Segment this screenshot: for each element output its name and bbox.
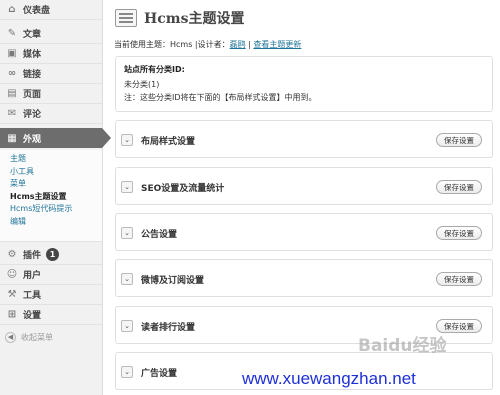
link-icon: ∞ [7, 68, 17, 79]
menu-tools[interactable]: ⚒ 工具 [0, 285, 102, 305]
panel-seo-settings: ⌄ SEO设置及流量统计 保存设置 [115, 167, 493, 205]
menu-media-label: 媒体 [23, 50, 42, 60]
theme-info-text: 当前使用主题：Hcms |设计者： [114, 40, 230, 49]
submenu-widgets[interactable]: 小工具 [0, 166, 102, 179]
theme-update-link[interactable]: 查看主题更新 [253, 40, 301, 49]
baidu-watermark: Baidu经验 [358, 336, 447, 356]
submenu-editor[interactable]: 编辑 [0, 216, 102, 229]
menu-posts[interactable]: ✎ 文章 [0, 24, 102, 44]
page-title: Hcms主题设置 [144, 11, 245, 27]
pin-icon: ✎ [7, 28, 17, 39]
menu-pages-label: 页面 [23, 90, 42, 100]
menu-appearance[interactable]: ▦ 外观 [0, 128, 111, 148]
submenu-hcms-shortcode-tips[interactable]: Hcms短代码提示 [0, 203, 102, 216]
menu-pages[interactable]: ▤ 页面 [0, 84, 102, 104]
admin-sidebar: ⌂ 仪表盘 ✎ 文章 ▣ 媒体 ∞ 链接 ▤ 页面 ✉ 评论 ▦ 外观 主题 小… [0, 0, 111, 395]
menu-users-label: 用户 [23, 271, 42, 281]
menu-media[interactable]: ▣ 媒体 [0, 44, 102, 64]
page-header: Hcms主题设置 [115, 6, 244, 30]
menu-settings-label: 设置 [23, 311, 42, 321]
designer-link[interactable]: 磊鸥 [230, 40, 246, 49]
appearance-icon: ▦ [7, 132, 17, 144]
collapse-menu-label: 收起菜单 [21, 332, 53, 342]
site-url-watermark: www.xuewangzhan.net [242, 369, 416, 388]
category-item: 未分类(1) [124, 80, 160, 89]
theme-settings-icon [115, 9, 137, 27]
media-icon: ▣ [7, 48, 17, 59]
panel-title[interactable]: 广告设置 [141, 366, 177, 379]
save-button[interactable]: 保存设置 [436, 133, 482, 147]
menu-tools-label: 工具 [23, 291, 42, 301]
submenu-hcms-theme-settings[interactable]: Hcms主题设置 [0, 191, 102, 204]
menu-appearance-label: 外观 [23, 134, 42, 145]
panel-announcement-settings: ⌄ 公告设置 保存设置 [115, 213, 493, 251]
panel-toggle-icon[interactable]: ⌄ [121, 134, 133, 146]
menu-posts-label: 文章 [23, 30, 42, 40]
menu-links-label: 链接 [23, 70, 42, 80]
submenu-menus[interactable]: 菜单 [0, 178, 102, 191]
menu-dashboard-label: 仪表盘 [23, 6, 51, 16]
save-button[interactable]: 保存设置 [436, 226, 482, 240]
save-button[interactable]: 保存设置 [436, 180, 482, 194]
category-box-title: 站点所有分类ID: [124, 65, 185, 74]
users-icon: ☺ [6, 269, 18, 280]
category-id-box: 站点所有分类ID: 未分类(1) 注：这些分类ID将在下面的【布局样式设置】中用… [115, 56, 493, 112]
save-button[interactable]: 保存设置 [436, 272, 482, 286]
menu-users[interactable]: ☺ 用户 [0, 265, 102, 285]
panel-title[interactable]: SEO设置及流量统计 [141, 181, 224, 194]
category-note: 注：这些分类ID将在下面的【布局样式设置】中用到。 [124, 93, 317, 102]
submenu-themes[interactable]: 主题 [0, 153, 102, 166]
menu-plugins[interactable]: ⚙ 插件 1 [0, 245, 102, 265]
menu-plugins-label: 插件 [23, 251, 42, 261]
panel-toggle-icon[interactable]: ⌄ [121, 273, 133, 285]
panel-toggle-icon[interactable]: ⌄ [121, 366, 133, 378]
tools-icon: ⚒ [7, 289, 17, 300]
settings-icon: ⊞ [7, 309, 17, 320]
panel-weibo-subscribe-settings: ⌄ 微博及订阅设置 保存设置 [115, 259, 493, 297]
plugins-update-badge: 1 [46, 248, 60, 261]
collapse-icon: ◀ [5, 331, 16, 343]
menu-links[interactable]: ∞ 链接 [0, 64, 102, 84]
theme-info-line: 当前使用主题：Hcms |设计者：磊鸥 | 查看主题更新 [114, 39, 301, 50]
panel-layout-settings: ⌄ 布局样式设置 保存设置 [115, 120, 493, 158]
appearance-submenu: 主题 小工具 菜单 Hcms主题设置 Hcms短代码提示 编辑 [0, 150, 102, 242]
panel-title[interactable]: 公告设置 [141, 227, 177, 240]
menu-comments[interactable]: ✉ 评论 [0, 104, 102, 124]
panel-title[interactable]: 微博及订阅设置 [141, 273, 204, 286]
plugin-icon: ⚙ [7, 249, 17, 260]
collapse-menu-button[interactable]: ◀ 收起菜单 [0, 327, 102, 347]
panel-title[interactable]: 布局样式设置 [141, 134, 195, 147]
dashboard-icon: ⌂ [8, 4, 16, 15]
menu-settings[interactable]: ⊞ 设置 [0, 305, 102, 325]
page-icon: ▤ [7, 88, 17, 99]
panel-toggle-icon[interactable]: ⌄ [121, 227, 133, 239]
menu-comments-label: 评论 [23, 110, 42, 120]
comment-icon: ✉ [7, 108, 17, 119]
panel-toggle-icon[interactable]: ⌄ [121, 320, 133, 332]
panel-toggle-icon[interactable]: ⌄ [121, 181, 133, 193]
panel-title[interactable]: 读者排行设置 [141, 320, 195, 333]
menu-dashboard[interactable]: ⌂ 仪表盘 [0, 0, 102, 20]
